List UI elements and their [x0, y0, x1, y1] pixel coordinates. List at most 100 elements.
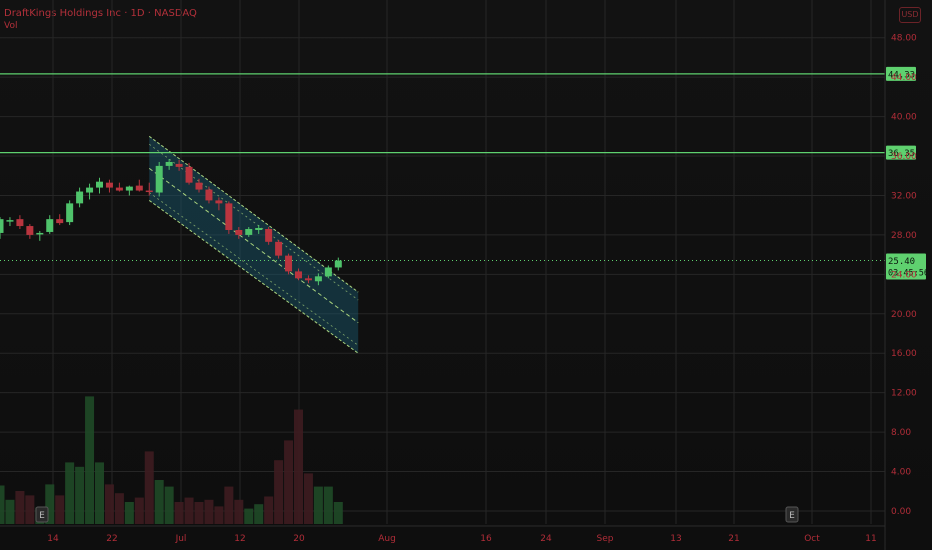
volume-bar — [303, 473, 313, 524]
candle-body — [314, 276, 322, 282]
volume-bar — [144, 451, 154, 524]
candle-body — [285, 255, 293, 272]
volume-bar — [95, 462, 104, 524]
volume-bar — [164, 486, 174, 524]
candle-body — [265, 229, 273, 242]
time-tick-label: 13 — [670, 534, 681, 544]
price-tick-label: 20.00 — [891, 310, 917, 320]
candle-body — [185, 166, 193, 183]
candle-body — [115, 187, 123, 191]
volume-bar — [294, 409, 303, 524]
volume-bar — [323, 486, 333, 524]
volume-bar — [234, 499, 244, 524]
volume-bar — [184, 497, 194, 524]
price-tick-label: 12.00 — [891, 389, 917, 399]
candle-body — [26, 226, 34, 235]
candle-body — [6, 220, 14, 222]
candle-body — [0, 219, 4, 233]
candle-body — [235, 229, 243, 235]
price-tick-label: 44.00 — [891, 73, 917, 83]
candle-body — [295, 271, 302, 279]
candle-body — [165, 161, 173, 166]
time-tick-label: 20 — [293, 534, 305, 544]
time-tick-label: 21 — [728, 534, 739, 544]
price-tick-label: 16.00 — [891, 349, 917, 359]
grid-lines — [0, 0, 885, 524]
price-tick-label: 4.00 — [891, 468, 911, 478]
candle-body — [155, 165, 163, 193]
price-chart[interactable]: 44.3336.3525.4003:45:56 48.00 44.00 40.00 3… — [0, 0, 932, 550]
volume-bar — [214, 506, 224, 524]
current-price-label: 25.40 — [888, 257, 915, 267]
volume-bar — [244, 508, 254, 524]
price-tick-label: 8.00 — [891, 428, 911, 438]
candle-body — [255, 228, 263, 230]
time-tick-label: 12 — [234, 534, 245, 544]
price-tick-label: 28.00 — [891, 231, 917, 241]
candle-body — [304, 278, 312, 281]
time-tick-label: 11 — [865, 534, 876, 544]
volume-bar — [25, 495, 35, 524]
volume-bar — [75, 466, 85, 524]
volume-bar — [333, 502, 343, 524]
time-tick-label: 22 — [106, 534, 117, 544]
volume-bar — [85, 396, 95, 524]
volume-bar — [284, 440, 294, 524]
volume-bar — [55, 495, 65, 524]
axes: 48.00 44.00 40.00 36.00 32.00 28.00 24.00 20.00… — [0, 0, 917, 550]
candle-body — [245, 229, 253, 235]
volume-bar — [114, 493, 124, 524]
price-tick-label: 40.00 — [891, 113, 917, 123]
candle-body — [76, 191, 84, 204]
volume-bar — [274, 460, 284, 524]
volume-bar — [134, 497, 144, 524]
volume-bar — [264, 496, 274, 524]
time-tick-label: 14 — [47, 534, 59, 544]
volume-bar — [104, 484, 114, 524]
volume-bar — [224, 486, 234, 524]
candle-body — [86, 187, 94, 193]
candle-body — [56, 219, 64, 224]
time-tick-label: Jul — [175, 534, 187, 544]
candle-body — [334, 260, 342, 268]
volume-bar — [313, 486, 323, 524]
volume-bar — [124, 502, 134, 524]
volume-bar — [154, 480, 164, 524]
candle-body — [225, 203, 233, 230]
candle-body — [46, 219, 54, 232]
candle-body — [66, 203, 74, 223]
price-tick-label: 0.00 — [891, 507, 911, 517]
volume-bar — [194, 502, 204, 524]
candle-body — [105, 182, 113, 188]
volume-bar — [0, 485, 5, 524]
time-tick-label: Sep — [597, 534, 614, 544]
volume-bar — [5, 499, 15, 524]
candle-body — [135, 185, 143, 191]
horizontal-levels[interactable]: 44.3336.3525.4003:45:56 — [0, 66, 929, 280]
time-tick-label: Aug — [378, 534, 396, 544]
earnings-marker-label: E — [789, 511, 795, 521]
volume-bar — [15, 491, 25, 524]
candle-body — [145, 190, 153, 193]
price-tick-label: 48.00 — [891, 34, 917, 44]
candle-body — [275, 241, 283, 256]
candle-body — [195, 182, 203, 190]
chart-panel[interactable]: DraftKings Holdings Inc · 1D · NASDAQ Vo… — [0, 0, 932, 550]
candle-body — [205, 189, 213, 201]
candle-body — [125, 186, 133, 191]
price-tick-label: 36.00 — [891, 152, 917, 162]
time-tick-label: 16 — [480, 534, 492, 544]
earnings-marker-label: E — [39, 511, 45, 521]
candle-body — [36, 232, 44, 235]
price-tick-label: 24.00 — [891, 270, 917, 280]
volume-bar — [65, 462, 75, 524]
volume-bar — [174, 502, 184, 524]
time-tick-label: 24 — [540, 534, 552, 544]
candle-body — [96, 181, 103, 188]
volume-bar — [254, 504, 264, 524]
volume-bars — [0, 396, 343, 524]
candle-body — [16, 219, 24, 227]
volume-bar — [204, 499, 214, 524]
time-tick-label: Oct — [804, 534, 820, 544]
candle-body — [324, 267, 332, 277]
